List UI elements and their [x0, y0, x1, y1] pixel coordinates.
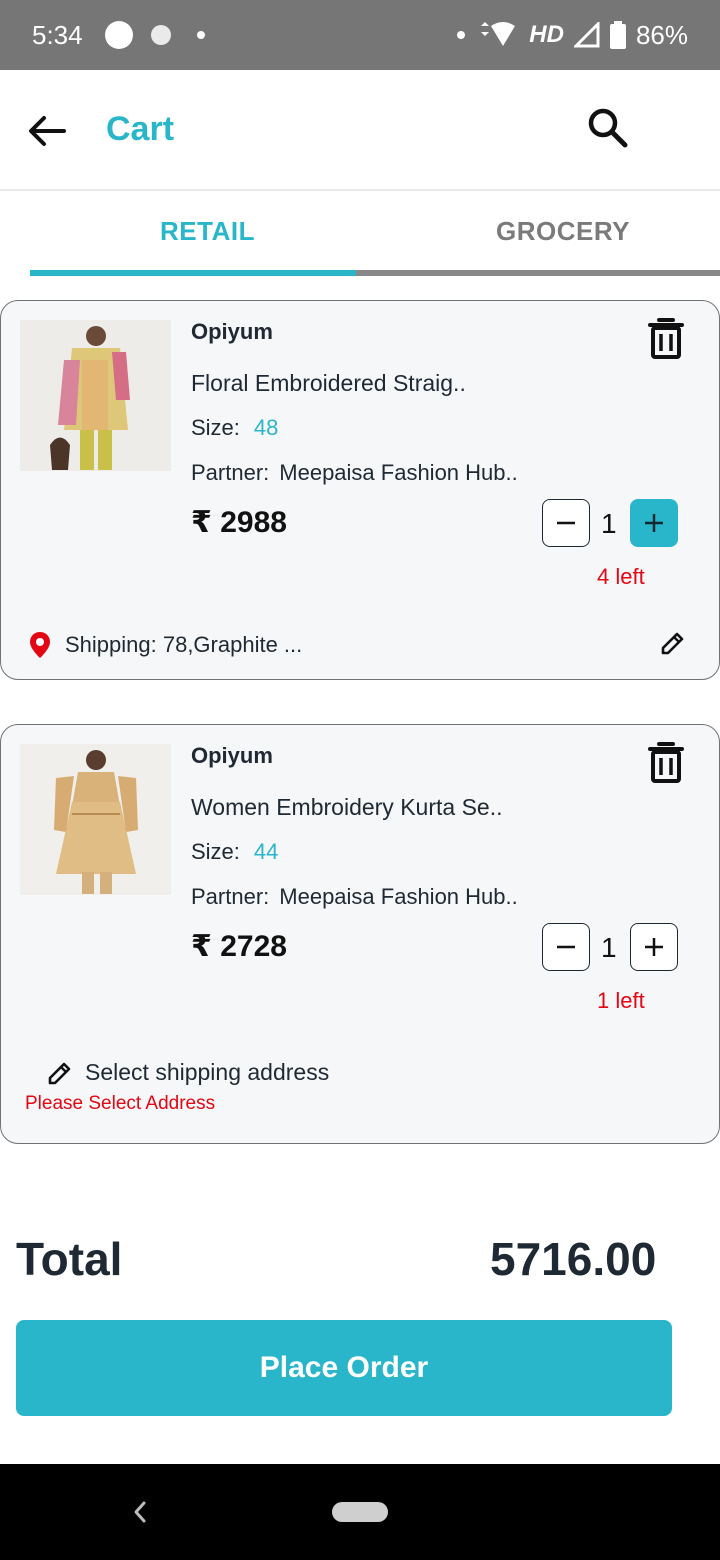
partner-value: Meepaisa Fashion Hub.. — [279, 884, 518, 909]
minus-icon — [557, 521, 575, 525]
total-value: 5716.00 — [490, 1233, 657, 1285]
plus-icon — [645, 514, 663, 532]
quantity-value: 1 — [601, 508, 617, 539]
network-type: HD — [529, 21, 564, 48]
cart-item-card: Opiyum Floral Embroidered Straig.. Size:… — [0, 300, 720, 680]
quantity-decrease-button[interactable] — [542, 499, 590, 547]
signal-icon — [573, 22, 600, 48]
product-price: ₹ 2728 — [191, 930, 287, 963]
tab-bar: RETAIL GROCERY — [0, 192, 720, 278]
shipping-address-row[interactable]: Shipping: 78,Graphite ... — [29, 631, 302, 659]
quantity-decrease-button[interactable] — [542, 923, 590, 971]
search-icon[interactable] — [586, 106, 630, 150]
trash-icon[interactable] — [646, 741, 686, 783]
product-name[interactable]: Women Embroidery Kurta Se.. — [191, 794, 502, 821]
battery-percent: 86% — [635, 19, 688, 50]
status-time: 5:34 — [32, 19, 83, 50]
shipping-address-text: Shipping: 78,Graphite ... — [65, 632, 303, 657]
edit-pencil-icon — [48, 1062, 71, 1084]
total-label: Total — [16, 1233, 123, 1285]
wifi-icon — [481, 22, 516, 46]
notification-dot-icon — [196, 31, 205, 39]
size-row: Size: 48 — [191, 415, 278, 441]
tab-indicator-active — [30, 270, 356, 276]
cart-item-card: Opiyum Women Embroidery Kurta Se.. Size:… — [0, 724, 720, 1144]
partner-value: Meepaisa Fashion Hub.. — [279, 460, 518, 485]
place-order-button[interactable]: Place Order — [16, 1320, 672, 1416]
size-value: 48 — [253, 415, 279, 440]
back-arrow-icon[interactable] — [26, 110, 68, 152]
edit-pencil-icon[interactable] — [660, 630, 686, 656]
partner-row: Partner: Meepaisa Fashion Hub.. — [191, 884, 518, 910]
nav-home-pill[interactable] — [332, 1502, 388, 1522]
stock-remaining: 4 left — [597, 564, 645, 589]
product-brand: Opiyum — [191, 743, 273, 768]
size-row: Size: 44 — [191, 839, 278, 865]
select-shipping-label: Select shipping address — [85, 1059, 330, 1085]
status-dot-icon — [457, 31, 466, 39]
battery-icon — [609, 21, 626, 49]
size-value: 44 — [253, 839, 279, 864]
product-image[interactable] — [20, 320, 171, 471]
product-image[interactable] — [20, 744, 171, 895]
quantity-increase-button[interactable] — [630, 499, 678, 547]
partner-label: Partner: — [191, 884, 270, 909]
location-pin-icon — [30, 632, 50, 658]
notification-circle-icon — [104, 21, 133, 49]
stock-remaining: 1 left — [597, 988, 645, 1013]
system-navigation-bar — [0, 1464, 720, 1560]
notification-app-icon — [150, 25, 171, 45]
plus-icon — [645, 938, 663, 956]
tab-retail[interactable]: RETAIL — [160, 216, 255, 247]
minus-icon — [557, 945, 575, 949]
nav-back-icon[interactable] — [130, 1499, 150, 1525]
quantity-value: 1 — [601, 932, 617, 963]
trash-icon[interactable] — [646, 317, 686, 359]
product-name[interactable]: Floral Embroidered Straig.. — [191, 370, 466, 397]
status-indicators: HD 86% — [457, 20, 688, 51]
page-title: Cart — [106, 110, 175, 148]
quantity-increase-button[interactable] — [630, 923, 678, 971]
tab-indicator-inactive — [356, 270, 720, 276]
size-label: Size: — [191, 415, 240, 440]
product-brand: Opiyum — [191, 319, 273, 344]
app-bar: Cart — [0, 70, 720, 191]
select-shipping-address-button[interactable]: Select shipping address — [47, 1059, 329, 1086]
product-price: ₹ 2988 — [191, 506, 287, 539]
address-error-message: Please Select Address — [25, 1093, 216, 1114]
size-label: Size: — [191, 839, 240, 864]
status-bar: 5:34 HD 86% — [0, 0, 720, 70]
partner-label: Partner: — [191, 460, 270, 485]
partner-row: Partner: Meepaisa Fashion Hub.. — [191, 460, 518, 486]
tab-grocery[interactable]: GROCERY — [496, 216, 630, 247]
